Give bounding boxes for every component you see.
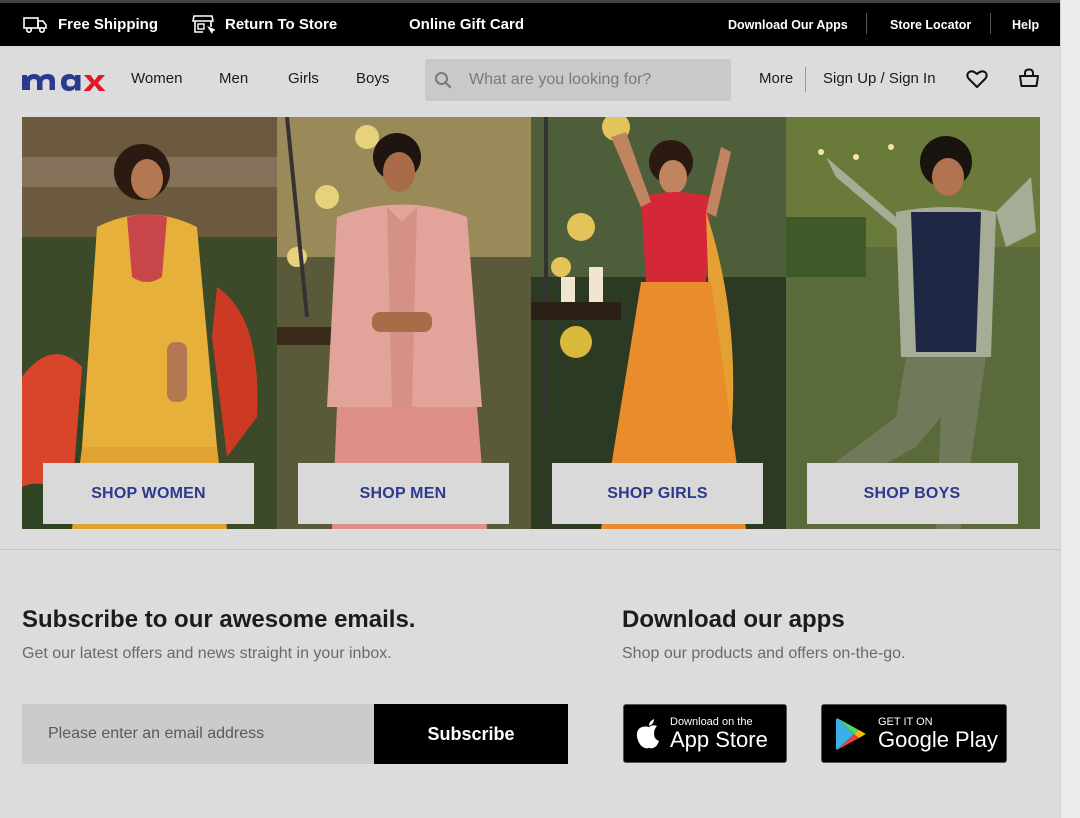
heart-icon[interactable]: [966, 69, 988, 94]
divider: [990, 13, 991, 34]
banner-women[interactable]: SHOP WOMEN: [22, 117, 277, 529]
email-input[interactable]: [48, 725, 358, 743]
top-utility-bar: Free Shipping Return To Store Online Gif…: [0, 0, 1060, 46]
divider: [866, 13, 867, 34]
banner-men[interactable]: SHOP MEN: [276, 117, 531, 529]
nav-girls[interactable]: Girls: [288, 70, 319, 87]
shop-boys-button[interactable]: SHOP BOYS: [806, 463, 1018, 524]
apps-description: Shop our products and offers on-the-go.: [622, 645, 906, 662]
return-to-store-link[interactable]: Return To Store: [192, 3, 337, 46]
shop-women-button[interactable]: SHOP WOMEN: [43, 463, 254, 524]
sign-in-link[interactable]: Sign Up / Sign In: [823, 70, 936, 87]
email-field[interactable]: [22, 704, 374, 764]
search-bar[interactable]: [425, 59, 731, 101]
google-play-big-text: Google Play: [878, 726, 998, 752]
max-logo[interactable]: [20, 66, 108, 99]
google-play-icon: [836, 717, 866, 750]
banner-girls[interactable]: SHOP GIRLS: [531, 117, 786, 529]
scrollbar[interactable]: [1060, 0, 1080, 818]
google-play-small-text: GET IT ON: [878, 715, 933, 728]
banner-boys[interactable]: SHOP BOYS: [785, 117, 1040, 529]
nav-boys[interactable]: Boys: [356, 70, 389, 87]
app-store-small-text: Download on the: [670, 715, 753, 728]
shop-girls-button[interactable]: SHOP GIRLS: [552, 463, 763, 524]
search-icon[interactable]: [434, 71, 452, 89]
store-locator-link[interactable]: Store Locator: [890, 3, 971, 46]
main-header: Women Men Girls Boys More Sign Up / Sign…: [0, 46, 1060, 116]
divider: [805, 67, 806, 92]
store-icon: [192, 15, 215, 34]
category-banners: SHOP WOMEN SHOP MEN SHOP GIRLS SHOP BOYS: [22, 117, 1040, 529]
free-shipping-link[interactable]: Free Shipping: [23, 3, 158, 46]
shop-men-button[interactable]: SHOP MEN: [297, 463, 509, 524]
free-shipping-label: Free Shipping: [58, 16, 159, 33]
apple-icon: [636, 718, 659, 748]
help-link[interactable]: Help: [1012, 3, 1039, 46]
nav-more[interactable]: More: [759, 70, 793, 87]
app-store-button[interactable]: Download on the App Store: [623, 704, 787, 763]
subscribe-button[interactable]: Subscribe: [374, 704, 568, 764]
download-apps-link[interactable]: Download Our Apps: [728, 3, 848, 46]
search-input[interactable]: [469, 71, 709, 89]
nav-men[interactable]: Men: [219, 70, 248, 87]
google-play-button[interactable]: GET IT ON Google Play: [821, 704, 1007, 763]
gift-card-link[interactable]: Online Gift Card: [409, 3, 524, 46]
app-store-big-text: App Store: [670, 726, 768, 752]
apps-heading: Download our apps: [622, 606, 845, 633]
nav-women[interactable]: Women: [131, 70, 182, 87]
truck-icon: [23, 16, 47, 33]
shopping-bag-icon[interactable]: [1018, 68, 1040, 93]
subscribe-description: Get our latest offers and news straight …: [22, 645, 392, 662]
section-divider: [0, 549, 1060, 550]
subscribe-heading: Subscribe to our awesome emails.: [22, 606, 416, 633]
return-to-store-label: Return To Store: [225, 16, 338, 33]
